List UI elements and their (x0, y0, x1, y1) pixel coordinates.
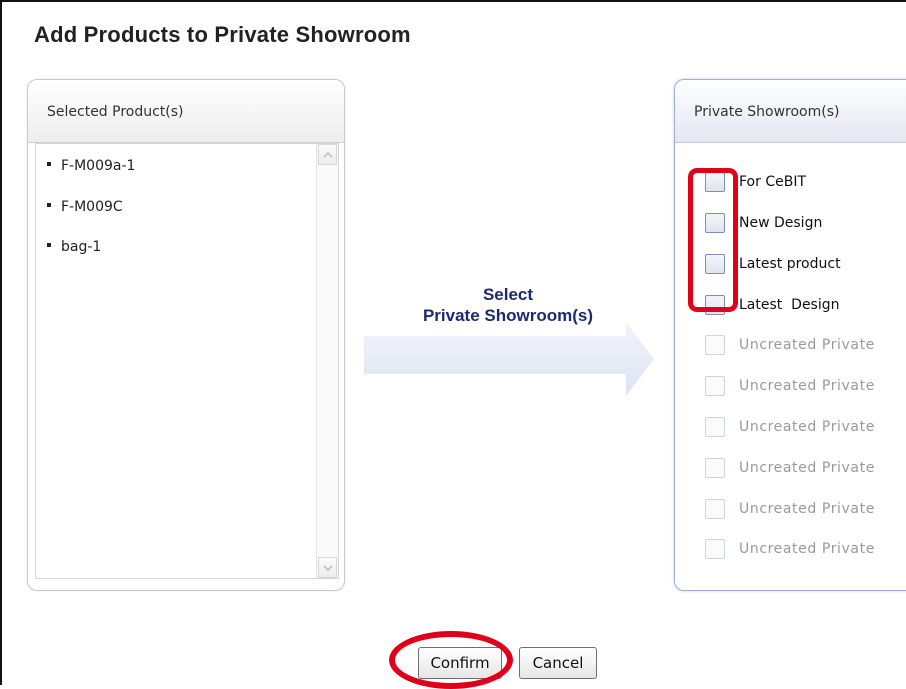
showroom-label: Uncreated Private (739, 501, 875, 517)
bullet-icon (47, 203, 51, 207)
vertical-scrollbar[interactable] (316, 144, 338, 578)
instruction-line-1: Select (482, 285, 534, 304)
checkbox-highlight-annotation (688, 168, 738, 312)
bullet-icon (47, 243, 51, 247)
select-showroom-instruction: Select Private Showroom(s) (380, 284, 636, 326)
list-item[interactable]: F-M009a-1 (47, 158, 135, 174)
showroom-checkbox-disabled (705, 376, 725, 396)
product-name: bag-1 (61, 239, 102, 255)
showroom-label: Uncreated Private (739, 419, 875, 435)
showroom-label: Uncreated Private (739, 378, 875, 394)
showroom-checkbox-disabled (705, 335, 725, 355)
scroll-up-button[interactable] (318, 144, 337, 165)
product-name: F-M009C (61, 199, 123, 215)
showroom-label: Uncreated Private (739, 541, 875, 557)
showroom-label: Latest product (739, 256, 841, 272)
showroom-label: Latest Design (739, 297, 840, 313)
showroom-checkbox-disabled (705, 458, 725, 478)
list-item[interactable]: F-M009C (47, 199, 123, 215)
showroom-label: New Design (739, 215, 823, 231)
confirm-highlight-annotation (389, 631, 513, 689)
instruction-line-2: Private Showroom(s) (422, 306, 594, 325)
selected-products-panel: Selected Product(s) F-M009a-1 F-M009C ba… (27, 79, 345, 591)
cancel-button[interactable]: Cancel (519, 647, 597, 679)
private-showrooms-panel: Private Showroom(s) For CeBIT New Design… (674, 79, 906, 591)
private-showrooms-header-label: Private Showroom(s) (694, 104, 840, 120)
showroom-label: For CeBIT (739, 174, 806, 190)
showroom-checkbox-disabled (705, 539, 725, 559)
dialog-title: Add Products to Private Showroom (34, 22, 411, 47)
selected-products-list[interactable]: F-M009a-1 F-M009C bag-1 (35, 143, 339, 579)
showroom-label: Uncreated Private (739, 337, 875, 353)
showroom-label: Uncreated Private (739, 460, 875, 476)
right-arrow-icon (364, 322, 654, 396)
scroll-down-button[interactable] (318, 557, 337, 578)
chevron-down-icon (323, 565, 332, 571)
selected-products-header-label: Selected Product(s) (47, 104, 184, 120)
showroom-checkbox-disabled (705, 499, 725, 519)
showroom-checkbox-disabled (705, 417, 725, 437)
bullet-icon (47, 162, 51, 166)
product-name: F-M009a-1 (61, 158, 136, 174)
chevron-up-icon (323, 151, 332, 157)
list-item[interactable]: bag-1 (47, 239, 101, 255)
